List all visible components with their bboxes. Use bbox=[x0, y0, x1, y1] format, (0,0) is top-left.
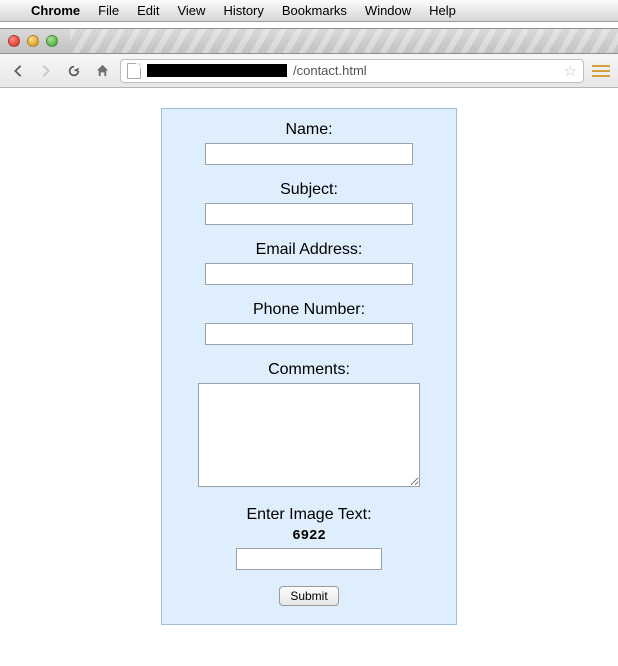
forward-button[interactable] bbox=[36, 61, 56, 81]
phone-field: Phone Number: bbox=[186, 301, 432, 345]
browser-window: /contact.html ☆ Name: Subject: Email Add… bbox=[0, 28, 618, 625]
url-host-redacted bbox=[147, 64, 287, 77]
browser-toolbar: /contact.html ☆ bbox=[0, 54, 618, 88]
subject-field: Subject: bbox=[186, 181, 432, 225]
name-field: Name: bbox=[186, 121, 432, 165]
close-window-button[interactable] bbox=[8, 35, 20, 47]
email-field: Email Address: bbox=[186, 241, 432, 285]
browser-menu-icon[interactable] bbox=[592, 65, 610, 77]
menu-bookmarks[interactable]: Bookmarks bbox=[273, 3, 356, 18]
browser-tabbar bbox=[0, 28, 618, 54]
menu-history[interactable]: History bbox=[214, 3, 272, 18]
submit-row: Submit bbox=[186, 586, 432, 606]
subject-input[interactable] bbox=[205, 203, 413, 225]
window-controls bbox=[8, 35, 58, 47]
phone-input[interactable] bbox=[205, 323, 413, 345]
page-icon bbox=[127, 63, 141, 79]
back-button[interactable] bbox=[8, 61, 28, 81]
captcha-image-text: 6922 bbox=[186, 528, 432, 544]
submit-button[interactable]: Submit bbox=[279, 586, 338, 606]
comments-label: Comments: bbox=[186, 361, 432, 379]
contact-form: Name: Subject: Email Address: Phone Numb… bbox=[161, 108, 457, 625]
name-label: Name: bbox=[186, 121, 432, 139]
menu-help[interactable]: Help bbox=[420, 3, 465, 18]
minimize-window-button[interactable] bbox=[27, 35, 39, 47]
macos-menubar: Chrome File Edit View History Bookmarks … bbox=[0, 0, 618, 22]
comments-field: Comments: bbox=[186, 361, 432, 490]
captcha-label: Enter Image Text: bbox=[186, 506, 432, 524]
menu-window[interactable]: Window bbox=[356, 3, 420, 18]
page-content: Name: Subject: Email Address: Phone Numb… bbox=[0, 88, 618, 625]
menu-edit[interactable]: Edit bbox=[128, 3, 168, 18]
captcha-field: Enter Image Text: 6922 bbox=[186, 506, 432, 570]
reload-button[interactable] bbox=[64, 61, 84, 81]
email-input[interactable] bbox=[205, 263, 413, 285]
zoom-window-button[interactable] bbox=[46, 35, 58, 47]
menu-view[interactable]: View bbox=[168, 3, 214, 18]
subject-label: Subject: bbox=[186, 181, 432, 199]
menu-file[interactable]: File bbox=[89, 3, 128, 18]
bookmark-star-icon[interactable]: ☆ bbox=[564, 62, 577, 80]
tabbar-background bbox=[70, 29, 618, 53]
name-input[interactable] bbox=[205, 143, 413, 165]
menu-app[interactable]: Chrome bbox=[22, 3, 89, 18]
home-button[interactable] bbox=[92, 61, 112, 81]
url-path: /contact.html bbox=[293, 63, 367, 78]
phone-label: Phone Number: bbox=[186, 301, 432, 319]
comments-textarea[interactable] bbox=[198, 383, 420, 487]
url-bar[interactable]: /contact.html ☆ bbox=[120, 59, 584, 83]
email-label: Email Address: bbox=[186, 241, 432, 259]
captcha-input[interactable] bbox=[236, 548, 382, 570]
